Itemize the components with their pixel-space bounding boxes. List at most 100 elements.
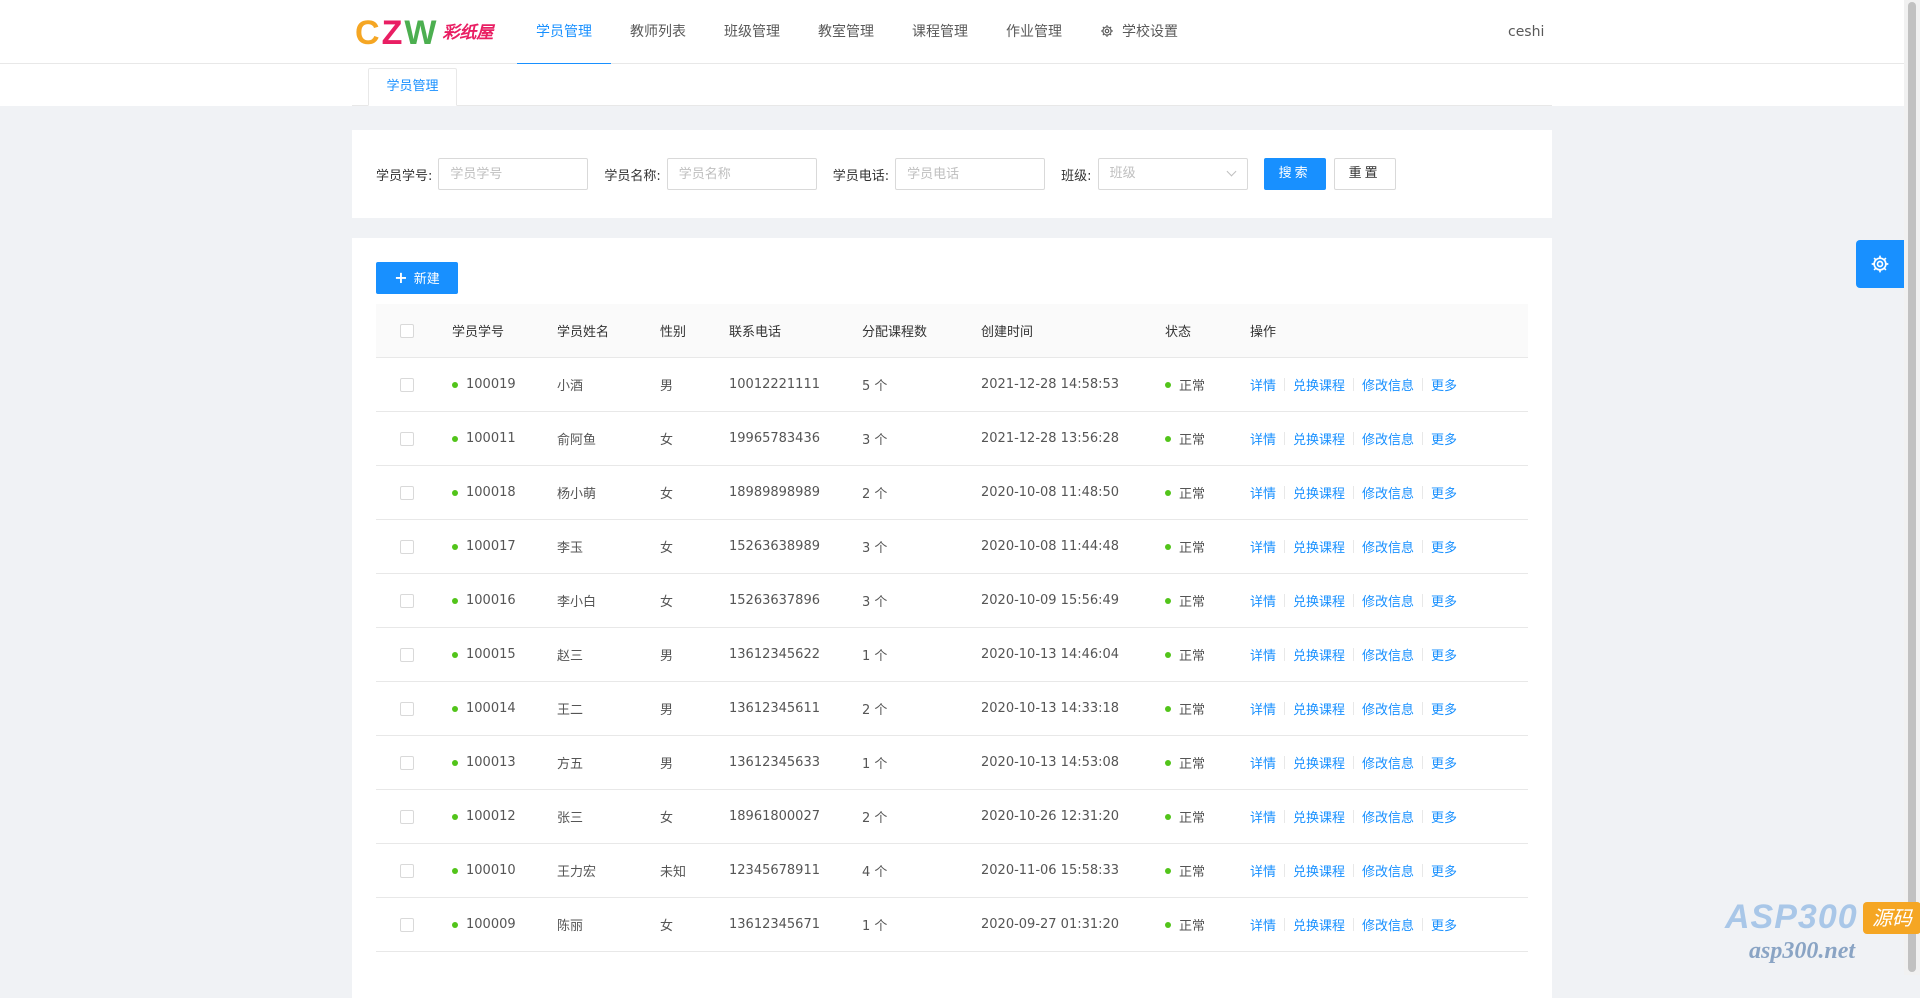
nav-item-students[interactable]: 学员管理 — [517, 0, 611, 65]
student-phone: 18989898989 — [729, 485, 820, 500]
action-detail-link[interactable]: 详情 — [1250, 753, 1276, 772]
page-scrollbar[interactable] — [1904, 0, 1920, 975]
student-name-input[interactable] — [666, 158, 817, 190]
action-exchange-course-link[interactable]: 兑换课程 — [1293, 591, 1345, 610]
action-more-link[interactable]: 更多 — [1431, 591, 1457, 610]
action-detail-link[interactable]: 详情 — [1250, 915, 1276, 934]
tab-students[interactable]: 学员管理 — [368, 68, 457, 106]
column-header-id[interactable]: 学员学号 — [452, 304, 504, 357]
new-student-button[interactable]: + 新建 — [376, 262, 458, 294]
student-phone-input[interactable] — [895, 158, 1046, 190]
course-count-link[interactable]: 5 个 — [862, 358, 887, 411]
action-exchange-course-link[interactable]: 兑换课程 — [1293, 429, 1345, 448]
action-detail-link[interactable]: 详情 — [1250, 591, 1276, 610]
action-edit-info-link[interactable]: 修改信息 — [1362, 429, 1414, 448]
class-select[interactable]: 班级 — [1097, 158, 1248, 190]
course-count-link[interactable]: 2 个 — [862, 682, 887, 735]
column-header-phone[interactable]: 联系电话 — [729, 304, 781, 357]
nav-item-classes[interactable]: 班级管理 — [705, 0, 799, 64]
course-count-link[interactable]: 3 个 — [862, 412, 887, 465]
action-detail-link[interactable]: 详情 — [1250, 375, 1276, 394]
search-button[interactable]: 搜索 — [1263, 158, 1326, 190]
row-checkbox[interactable] — [400, 431, 414, 446]
action-exchange-course-link[interactable]: 兑换课程 — [1293, 807, 1345, 826]
user-menu[interactable]: ceshi — [1508, 0, 1544, 64]
action-detail-link[interactable]: 详情 — [1250, 861, 1276, 880]
student-id-input[interactable] — [438, 158, 589, 190]
course-count-link[interactable]: 2 个 — [862, 790, 887, 843]
nav-item-courses[interactable]: 课程管理 — [893, 0, 987, 64]
course-count-link[interactable]: 1 个 — [862, 898, 887, 951]
action-exchange-course-link[interactable]: 兑换课程 — [1293, 537, 1345, 556]
action-exchange-course-link[interactable]: 兑换课程 — [1293, 915, 1345, 934]
action-more-link[interactable]: 更多 — [1431, 753, 1457, 772]
action-detail-link[interactable]: 详情 — [1250, 699, 1276, 718]
column-header-name[interactable]: 学员姓名 — [557, 304, 609, 357]
row-checkbox[interactable] — [400, 485, 414, 500]
action-detail-link[interactable]: 详情 — [1250, 429, 1276, 448]
action-detail-link[interactable]: 详情 — [1250, 537, 1276, 556]
action-exchange-course-link[interactable]: 兑换课程 — [1293, 699, 1345, 718]
action-detail-link[interactable]: 详情 — [1250, 483, 1276, 502]
action-more-link[interactable]: 更多 — [1431, 699, 1457, 718]
action-detail-link[interactable]: 详情 — [1250, 807, 1276, 826]
action-more-link[interactable]: 更多 — [1431, 915, 1457, 934]
column-header-created[interactable]: 创建时间 — [981, 304, 1033, 357]
action-exchange-course-link[interactable]: 兑换课程 — [1293, 753, 1345, 772]
row-checkbox[interactable] — [400, 593, 414, 608]
course-count-link[interactable]: 3 个 — [862, 574, 887, 627]
course-count-link[interactable]: 1 个 — [862, 628, 887, 681]
row-checkbox[interactable] — [400, 701, 414, 716]
course-count-link[interactable]: 1 个 — [862, 736, 887, 789]
action-more-link[interactable]: 更多 — [1431, 429, 1457, 448]
action-edit-info-link[interactable]: 修改信息 — [1362, 861, 1414, 880]
action-more-link[interactable]: 更多 — [1431, 645, 1457, 664]
row-checkbox[interactable] — [400, 647, 414, 662]
action-exchange-course-link[interactable]: 兑换课程 — [1293, 375, 1345, 394]
row-checkbox[interactable] — [400, 863, 414, 878]
action-exchange-course-link[interactable]: 兑换课程 — [1293, 483, 1345, 502]
action-edit-info-link[interactable]: 修改信息 — [1362, 375, 1414, 394]
action-more-link[interactable]: 更多 — [1431, 861, 1457, 880]
scrollbar-thumb[interactable] — [1908, 2, 1916, 972]
select-all-checkbox[interactable] — [400, 323, 414, 338]
action-edit-info-link[interactable]: 修改信息 — [1362, 699, 1414, 718]
row-checkbox[interactable] — [400, 809, 414, 824]
action-detail-link[interactable]: 详情 — [1250, 645, 1276, 664]
row-checkbox[interactable] — [400, 377, 414, 392]
action-edit-info-link[interactable]: 修改信息 — [1362, 591, 1414, 610]
theme-settings-button[interactable] — [1856, 240, 1904, 288]
action-edit-info-link[interactable]: 修改信息 — [1362, 645, 1414, 664]
student-gender: 男 — [660, 703, 674, 718]
nav-item-school-settings[interactable]: 学校设置 — [1081, 0, 1197, 64]
nav-item-teachers[interactable]: 教师列表 — [611, 0, 705, 64]
action-edit-info-link[interactable]: 修改信息 — [1362, 483, 1414, 502]
action-more-link[interactable]: 更多 — [1431, 483, 1457, 502]
action-divider — [1353, 864, 1355, 877]
course-count-link[interactable]: 4 个 — [862, 844, 887, 897]
action-more-link[interactable]: 更多 — [1431, 375, 1457, 394]
nav-item-homework[interactable]: 作业管理 — [987, 0, 1081, 64]
student-table-panel: + 新建 学员学号 学员姓名 性别 联系电话 分配课程数 创建时间 状态 操作 1… — [352, 238, 1552, 998]
action-edit-info-link[interactable]: 修改信息 — [1362, 807, 1414, 826]
action-exchange-course-link[interactable]: 兑换课程 — [1293, 645, 1345, 664]
column-header-courses[interactable]: 分配课程数 — [862, 304, 927, 357]
column-header-gender[interactable]: 性别 — [660, 304, 686, 357]
reset-button[interactable]: 重置 — [1333, 158, 1396, 190]
course-count-link[interactable]: 3 个 — [862, 520, 887, 573]
nav-item-classrooms[interactable]: 教室管理 — [799, 0, 893, 64]
action-exchange-course-link[interactable]: 兑换课程 — [1293, 861, 1345, 880]
action-edit-info-link[interactable]: 修改信息 — [1362, 753, 1414, 772]
action-edit-info-link[interactable]: 修改信息 — [1362, 915, 1414, 934]
actions-cell: 详情 兑换课程 修改信息 更多 — [1250, 628, 1457, 681]
row-checkbox[interactable] — [400, 917, 414, 932]
student-id: 100014 — [466, 701, 516, 716]
action-more-link[interactable]: 更多 — [1431, 807, 1457, 826]
action-more-link[interactable]: 更多 — [1431, 537, 1457, 556]
action-edit-info-link[interactable]: 修改信息 — [1362, 537, 1414, 556]
logo[interactable]: C Z W 彩纸屋 — [355, 14, 493, 52]
course-count-link[interactable]: 2 个 — [862, 466, 887, 519]
column-header-status[interactable]: 状态 — [1165, 304, 1191, 357]
row-checkbox[interactable] — [400, 755, 414, 770]
row-checkbox[interactable] — [400, 539, 414, 554]
